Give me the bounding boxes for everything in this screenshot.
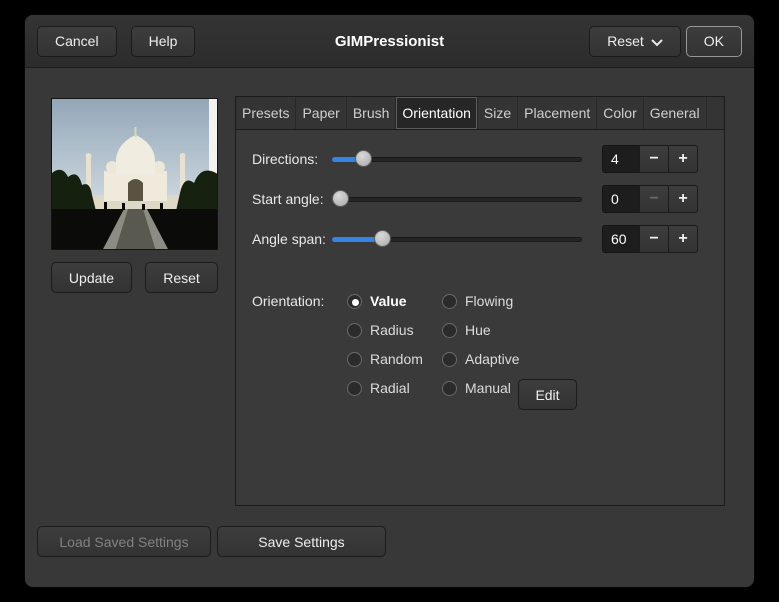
- orientation-tab-panel: Directions: 4 − + Start angle: 0 − + Ang…: [236, 130, 724, 505]
- tab-placement[interactable]: Placement: [518, 97, 598, 129]
- radio-option[interactable]: Random: [347, 350, 423, 368]
- tab-orientation[interactable]: Orientation: [396, 97, 478, 129]
- start-angle-slider[interactable]: [332, 185, 582, 213]
- radio-button-icon[interactable]: [442, 351, 457, 367]
- orientation-radio-column-2: Flowing Hue Adaptive Manual: [442, 292, 519, 397]
- settings-notebook: Presets Paper Brush Orientation Size Pla…: [235, 96, 725, 506]
- tab-color[interactable]: Color: [597, 97, 644, 129]
- slider-knob[interactable]: [332, 190, 349, 207]
- radio-option[interactable]: Radius: [347, 321, 423, 339]
- header-left-actions: Cancel Help: [37, 25, 196, 57]
- radio-button-icon[interactable]: [347, 380, 362, 396]
- save-settings-button[interactable]: Save Settings: [217, 526, 386, 557]
- radio-option[interactable]: Value: [347, 292, 423, 310]
- tab-paper[interactable]: Paper: [296, 97, 347, 129]
- radio-option[interactable]: Manual: [442, 379, 519, 397]
- directions-slider[interactable]: [332, 145, 582, 173]
- radio-button-icon[interactable]: [347, 351, 362, 367]
- angle-span-value-field[interactable]: 60: [602, 225, 640, 253]
- plus-button[interactable]: +: [668, 145, 698, 173]
- tab-size[interactable]: Size: [478, 97, 519, 129]
- taj-mahal-preview-image: [52, 99, 217, 249]
- directions-row: Directions: 4 − +: [236, 145, 724, 173]
- slider-knob[interactable]: [373, 230, 391, 247]
- minus-button[interactable]: −: [639, 185, 669, 213]
- reset-dropdown-label: Reset: [607, 33, 644, 49]
- update-preview-button[interactable]: Update: [51, 262, 132, 293]
- cancel-button[interactable]: Cancel: [37, 25, 117, 57]
- slider-knob[interactable]: [355, 150, 373, 167]
- reset-dropdown-button[interactable]: Reset: [589, 25, 681, 57]
- start-angle-label: Start angle:: [252, 191, 324, 207]
- load-settings-button[interactable]: Load Saved Settings: [37, 526, 211, 557]
- minus-button[interactable]: −: [639, 225, 669, 253]
- header-bar: GIMPressionist Cancel Help Reset OK: [25, 15, 754, 68]
- directions-label: Directions:: [252, 151, 319, 167]
- gimpressionist-dialog: GIMPressionist Cancel Help Reset OK Upda…: [24, 14, 755, 588]
- angle-span-row: Angle span: 60 − +: [236, 225, 724, 253]
- reset-preview-button[interactable]: Reset: [145, 262, 218, 293]
- orientation-radio-column-1: Value Radius Random Radial: [347, 292, 423, 397]
- angle-span-slider[interactable]: [332, 225, 582, 253]
- help-button[interactable]: Help: [130, 25, 196, 57]
- tab-brush[interactable]: Brush: [347, 97, 397, 129]
- angle-span-label: Angle span:: [252, 231, 326, 247]
- radio-option[interactable]: Radial: [347, 379, 423, 397]
- tab-presets[interactable]: Presets: [236, 97, 297, 129]
- start-angle-value-field[interactable]: 0: [602, 185, 640, 213]
- directions-value-field[interactable]: 4: [602, 145, 640, 173]
- plus-button[interactable]: +: [668, 185, 698, 213]
- start-angle-spinbox: 0 − +: [602, 185, 698, 213]
- tab-general[interactable]: General: [644, 97, 707, 129]
- header-right-actions: Reset OK: [589, 25, 742, 57]
- preview-frame: [51, 98, 218, 250]
- start-angle-row: Start angle: 0 − +: [236, 185, 724, 213]
- radio-option[interactable]: Adaptive: [442, 350, 519, 368]
- orientation-label: Orientation:: [252, 293, 325, 309]
- edit-manual-button[interactable]: Edit: [518, 379, 577, 410]
- radio-option[interactable]: Flowing: [442, 292, 519, 310]
- radio-option[interactable]: Hue: [442, 321, 519, 339]
- plus-button[interactable]: +: [668, 225, 698, 253]
- tab-bar: Presets Paper Brush Orientation Size Pla…: [236, 97, 724, 130]
- ok-button[interactable]: OK: [685, 25, 742, 57]
- radio-button-icon[interactable]: [347, 293, 362, 309]
- radio-button-icon[interactable]: [442, 380, 457, 396]
- radio-button-icon[interactable]: [442, 322, 457, 338]
- chevron-down-icon: [651, 34, 663, 50]
- minus-button[interactable]: −: [639, 145, 669, 173]
- slider-trough[interactable]: [332, 197, 582, 202]
- radio-button-icon[interactable]: [347, 322, 362, 338]
- directions-spinbox: 4 − +: [602, 145, 698, 173]
- angle-span-spinbox: 60 − +: [602, 225, 698, 253]
- radio-button-icon[interactable]: [442, 293, 457, 309]
